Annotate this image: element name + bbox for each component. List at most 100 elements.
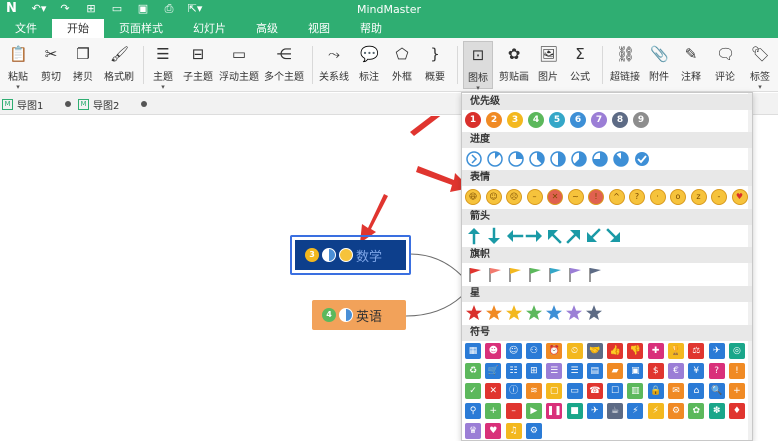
symbol-icon[interactable]: ¥: [688, 363, 705, 379]
star-blue-icon[interactable]: [546, 305, 562, 320]
unsaved-dot-icon[interactable]: [65, 101, 72, 107]
symbol-icon[interactable]: ❚❚: [546, 403, 563, 419]
formula-button[interactable]: Σ 公式: [567, 41, 593, 89]
symbol-icon[interactable]: ♥: [485, 423, 502, 439]
emoji-face-icon[interactable]: ^: [608, 189, 625, 205]
floating-topic-button[interactable]: ▭ 浮动主题: [218, 41, 260, 89]
flag-purple-icon[interactable]: [569, 268, 581, 282]
emoji-face-icon[interactable]: ♥: [731, 189, 748, 205]
star-green-icon[interactable]: [526, 305, 542, 320]
symbol-icon[interactable]: ⚙: [668, 403, 684, 419]
topic-math[interactable]: 3 数学: [295, 240, 406, 270]
symbol-icon[interactable]: 🛒: [485, 363, 502, 379]
symbol-icon[interactable]: ▥: [627, 383, 644, 399]
clipart-button[interactable]: ✿ 剪贴画: [498, 41, 530, 89]
symbol-icon[interactable]: ☐: [607, 383, 624, 399]
symbol-icon[interactable]: ✉: [668, 383, 684, 399]
symbol-icon[interactable]: $: [647, 363, 664, 379]
icon-button[interactable]: ⊡ 图标 ▾: [463, 41, 493, 92]
progress-62-icon[interactable]: [571, 151, 587, 167]
priority-5-icon[interactable]: 5: [549, 112, 565, 128]
flag-orange-icon[interactable]: [509, 268, 521, 282]
emoji-face-icon[interactable]: -: [711, 189, 727, 205]
star-red-icon[interactable]: [466, 305, 482, 320]
star-orange-icon[interactable]: [486, 305, 502, 320]
symbol-icon[interactable]: ☷: [505, 363, 522, 379]
emoji-face-icon[interactable]: –: [526, 189, 543, 205]
symbol-icon[interactable]: ⚡: [627, 403, 644, 419]
symbol-icon[interactable]: ☺: [505, 343, 522, 359]
symbol-icon[interactable]: ☎: [586, 383, 603, 399]
callout-button[interactable]: 💬 标注: [356, 41, 382, 89]
symbol-icon[interactable]: ♻: [465, 363, 481, 379]
symbol-icon[interactable]: 🔒: [647, 383, 664, 399]
symbol-icon[interactable]: ▭: [566, 383, 583, 399]
flag-pink-icon[interactable]: [489, 268, 501, 282]
priority-9-icon[interactable]: 9: [633, 112, 649, 128]
star-yellow-icon[interactable]: [506, 305, 522, 320]
star-gray-icon[interactable]: [586, 305, 602, 320]
symbol-icon[interactable]: ▦: [465, 343, 481, 359]
note-button[interactable]: ✎ 注释: [678, 41, 704, 89]
comment-button[interactable]: 🗨 评论: [710, 41, 740, 89]
symbol-icon[interactable]: ⚙: [525, 423, 542, 439]
arrow-down-left-icon[interactable]: [587, 228, 601, 242]
symbol-icon[interactable]: !: [728, 363, 745, 379]
priority-3-icon[interactable]: 3: [507, 112, 523, 128]
symbol-icon[interactable]: ✈: [708, 343, 725, 359]
flag-gray-icon[interactable]: [589, 268, 601, 282]
arrow-up-left-icon[interactable]: [548, 230, 562, 244]
tab-map2[interactable]: M 导图2: [78, 95, 148, 113]
symbol-icon[interactable]: ⏰: [546, 343, 563, 359]
topic-button[interactable]: ☰ 主题 ▾: [150, 41, 176, 91]
symbol-icon[interactable]: ☰: [566, 363, 583, 379]
symbol-icon[interactable]: €: [668, 363, 684, 379]
symbol-icon[interactable]: ♛: [465, 423, 481, 439]
symbol-icon[interactable]: ▢: [546, 383, 563, 399]
symbol-icon[interactable]: 👎: [627, 343, 644, 359]
emoji-face-icon[interactable]: ·: [649, 189, 666, 205]
symbol-icon[interactable]: ?: [708, 363, 725, 379]
symbol-icon[interactable]: ⌂: [688, 383, 705, 399]
menu-item[interactable]: 开始: [52, 19, 104, 38]
picture-button[interactable]: 🖼 图片: [535, 41, 561, 89]
copy-button[interactable]: ❐ 拷贝: [70, 41, 96, 89]
flag-blue-icon[interactable]: [549, 268, 561, 282]
emoji-face-icon[interactable]: z: [690, 189, 707, 205]
menu-item[interactable]: 帮助: [345, 19, 397, 38]
progress-87-icon[interactable]: [613, 151, 629, 167]
progress-50-icon[interactable]: [550, 151, 566, 167]
subtopic-button[interactable]: ⊟ 子主题: [182, 41, 214, 89]
symbol-icon[interactable]: ⚇: [525, 343, 542, 359]
emoji-face-icon[interactable]: o: [670, 189, 686, 205]
arrow-up-right-icon[interactable]: [566, 230, 580, 244]
symbol-icon[interactable]: +: [728, 383, 745, 399]
attachment-button[interactable]: 📎 附件: [646, 41, 672, 89]
menu-item[interactable]: 页面样式: [104, 19, 178, 38]
symbol-icon[interactable]: ▶: [525, 403, 542, 419]
symbol-icon[interactable]: ⊞: [525, 363, 542, 379]
paste-button[interactable]: 📋 粘贴 ▾: [4, 41, 32, 91]
menu-item[interactable]: 文件: [0, 19, 52, 38]
symbol-icon[interactable]: +: [485, 403, 502, 419]
symbol-icon[interactable]: 👍: [607, 343, 624, 359]
symbol-icon[interactable]: ▤: [586, 363, 603, 379]
emoji-face-icon[interactable]: !: [588, 189, 604, 205]
arrow-up-icon[interactable]: [468, 228, 480, 245]
arrow-down-icon[interactable]: [488, 227, 500, 244]
symbol-icon[interactable]: ≋: [525, 383, 542, 399]
priority-2-icon[interactable]: 2: [486, 112, 502, 128]
symbol-icon[interactable]: ⚖: [688, 343, 705, 359]
symbol-icon[interactable]: ☻: [485, 343, 502, 359]
symbol-icon[interactable]: ☕: [607, 403, 624, 419]
boundary-button[interactable]: ⬠ 外框: [389, 41, 415, 89]
emoji-face-icon[interactable]: ☺: [485, 189, 502, 205]
symbol-icon[interactable]: ✽: [708, 403, 725, 419]
relationship-button[interactable]: ⤳ 关系线: [318, 41, 350, 89]
flag-green-icon[interactable]: [529, 268, 541, 282]
symbol-icon[interactable]: ■: [566, 403, 583, 419]
priority-6-icon[interactable]: 6: [570, 112, 586, 128]
symbol-icon[interactable]: 🔍: [708, 383, 725, 399]
symbol-icon[interactable]: ◎: [728, 343, 745, 359]
symbol-icon[interactable]: ☰: [546, 363, 563, 379]
